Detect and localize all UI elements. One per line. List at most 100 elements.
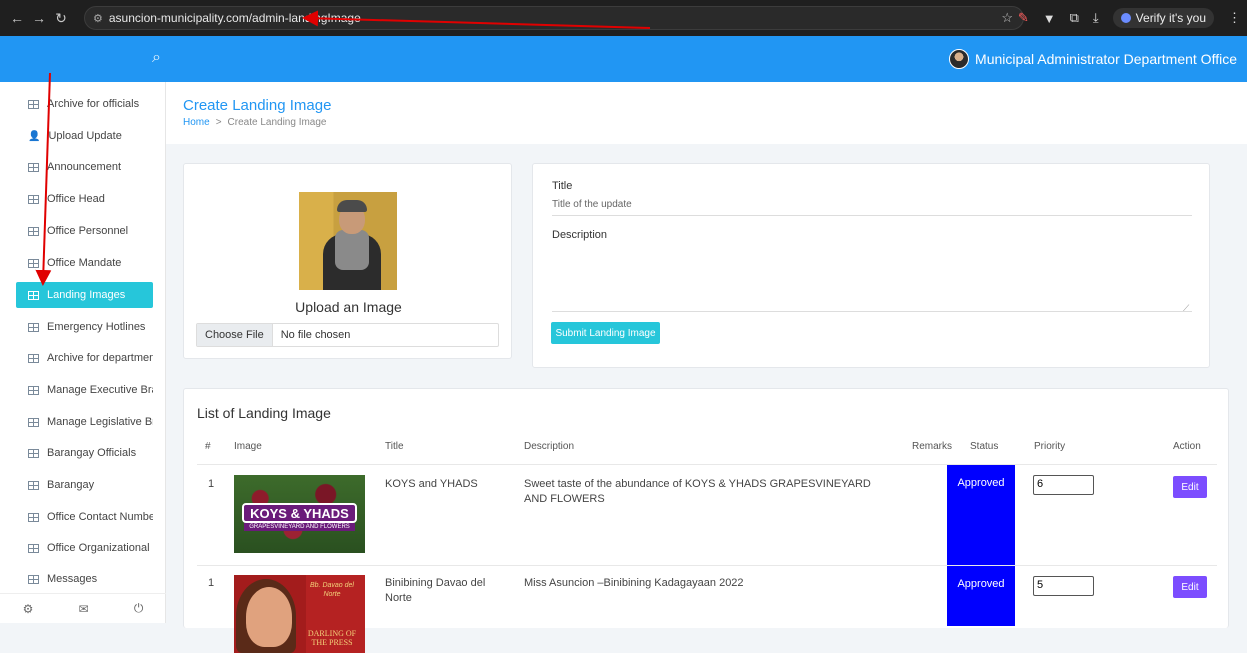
landing-image-list-card: List of Landing Image # Image Title Desc… (183, 388, 1229, 653)
sidebar-item-executive-branch[interactable]: Manage Executive Brancl (16, 377, 153, 403)
sidebar-item-label: Messages (47, 573, 98, 585)
browser-menu-icon[interactable]: ⋮ (1228, 10, 1241, 26)
column-header-action: Action (1173, 441, 1201, 452)
sidebar-item-office-org-chart[interactable]: Office Organizational Cha (16, 535, 153, 561)
sidebar-item-emergency-hotlines[interactable]: Emergency Hotlines (16, 314, 153, 340)
user-menu[interactable]: Municipal Administrator Department Offic… (949, 49, 1237, 69)
upload-card: Upload an Image Choose File No file chos… (183, 163, 512, 359)
sidebar-item-label: Office Organizational Cha (47, 542, 153, 554)
sidebar-item-legislative-branch[interactable]: Manage Legislative Bran‹ (16, 409, 153, 435)
breadcrumb-home[interactable]: Home (183, 117, 210, 128)
sidebar-item-label: Manage Legislative Bran‹ (47, 416, 153, 428)
grid-icon (28, 162, 39, 172)
file-status: No file chosen (280, 329, 351, 341)
sidebar-item-landing-images[interactable]: Landing Images (16, 282, 153, 308)
extensions-puzzle-icon[interactable]: ⧉ (1070, 10, 1079, 26)
sidebar-item-office-head[interactable]: Office Head (16, 186, 153, 212)
file-input[interactable]: Choose File No file chosen (196, 323, 499, 347)
grid-icon (28, 290, 39, 300)
sidebar-item-label: Landing Images (47, 289, 126, 301)
sidebar-item-label: Office Head (47, 193, 105, 205)
grid-icon (28, 194, 39, 204)
title-input[interactable]: Title of the update (552, 199, 632, 210)
row-number: 1 (208, 478, 215, 490)
verify-label: Verify it's you (1135, 11, 1206, 25)
sidebar-item-label: Barangay Officials (47, 447, 137, 459)
column-header-priority: Priority (1034, 441, 1066, 452)
row-description: Sweet taste of the abundance of KOYS & Y… (524, 478, 871, 505)
address-bar[interactable]: ⚙ asuncion-municipality.com/admin-landin… (84, 6, 1024, 30)
sidebar-item-label: Office Personnel (47, 225, 129, 237)
sidebar-item-office-mandate[interactable]: Office Mandate (16, 250, 153, 276)
column-header-status: Status (970, 441, 999, 452)
edit-button[interactable]: Edit (1173, 476, 1207, 498)
grid-icon (28, 99, 39, 109)
grid-icon (28, 574, 39, 584)
sidebar-item-office-personnel[interactable]: Office Personnel (16, 218, 153, 244)
sidebar-item-label: Announcement (47, 161, 121, 173)
upload-label: Upload an Image (295, 299, 402, 315)
row-image: Bb. Davao del Norte DARLING OF THE PRESS (234, 575, 365, 653)
forward-icon[interactable]: → (28, 10, 50, 26)
sidebar-item-label: Archive for department (47, 352, 153, 364)
bookmark-star-icon[interactable]: ☆ (1001, 10, 1013, 26)
extension-icon[interactable]: ✎ (1018, 10, 1029, 26)
image-caption: KOYS & YHADS (242, 503, 357, 523)
image-subcaption: GRAPESVINEYARD AND FLOWERS (244, 523, 355, 531)
verify-profile-button[interactable]: Verify it's you (1112, 8, 1214, 28)
back-icon[interactable]: ← (6, 10, 28, 26)
upload-preview-image (299, 192, 397, 290)
office-name: Municipal Administrator Department Offic… (975, 51, 1237, 67)
sidebar-item-label: Office Contact Number (47, 511, 153, 523)
search-icon[interactable]: ⌕ (152, 49, 161, 67)
grid-icon (28, 448, 39, 458)
priority-input[interactable]: 5 (1033, 576, 1094, 596)
grid-icon (28, 385, 39, 395)
column-header-title: Title (385, 441, 404, 452)
submit-landing-image-button[interactable]: Submit Landing Image (551, 322, 660, 344)
column-header-description: Description (524, 441, 575, 452)
settings-icon[interactable]: ⚙ (23, 602, 34, 616)
row-number: 1 (208, 577, 215, 589)
priority-input[interactable]: 6 (1033, 475, 1094, 495)
image-caption: Bb. Davao del Norte (310, 582, 354, 598)
extension-filter-icon[interactable]: ▼ (1043, 11, 1056, 26)
sidebar-item-label: Office Mandate (47, 257, 122, 269)
user-edit-icon: 👤 (28, 130, 41, 142)
description-underline (552, 311, 1192, 312)
reload-icon[interactable]: ↻ (50, 10, 72, 27)
sidebar-item-archive-department[interactable]: Archive for department (16, 345, 153, 371)
grid-icon (28, 322, 39, 332)
download-icon[interactable]: ⤓ (1093, 10, 1099, 26)
choose-file-button[interactable]: Choose File (197, 324, 273, 346)
breadcrumb-separator: > (215, 117, 222, 128)
mail-icon[interactable]: ✉ (79, 602, 89, 616)
row-title: Binibining Davao del Norte (385, 577, 486, 604)
column-header-remarks: Remarks (912, 441, 953, 452)
sidebar-item-office-contact[interactable]: Office Contact Number (16, 504, 153, 530)
grid-icon (28, 543, 39, 553)
textarea-resize-handle[interactable]: ⟋ (1183, 303, 1189, 314)
grid-icon (28, 226, 39, 236)
power-icon[interactable]: ⏻ (134, 601, 144, 616)
app-header: ⌕ Municipal Administrator Department Off… (0, 36, 1247, 82)
description-label: Description (552, 229, 608, 241)
title-underline (552, 215, 1192, 216)
sidebar-item-barangay-officials[interactable]: Barangay Officials (16, 440, 153, 466)
grid-icon (28, 353, 39, 363)
breadcrumb: Home > Create Landing Image (183, 117, 327, 128)
sidebar-item-announcement[interactable]: Announcement (16, 154, 153, 180)
column-header-number: # (205, 441, 211, 452)
title-label: Title (552, 180, 573, 192)
sidebar-item-barangay[interactable]: Barangay (16, 472, 153, 498)
grid-icon (28, 480, 39, 490)
edit-button[interactable]: Edit (1173, 576, 1207, 598)
status-badge: Approved (947, 566, 1015, 626)
status-badge: Approved (947, 465, 1015, 565)
sidebar-item-upload-update[interactable]: 👤 Upload Update (16, 123, 153, 149)
sidebar-item-messages[interactable]: Messages (16, 566, 153, 592)
avatar (949, 49, 970, 69)
site-info-icon[interactable]: ⚙ (93, 12, 103, 25)
table-divider (197, 464, 1217, 465)
sidebar-item-archive-officials[interactable]: Archive for officials (16, 91, 153, 117)
